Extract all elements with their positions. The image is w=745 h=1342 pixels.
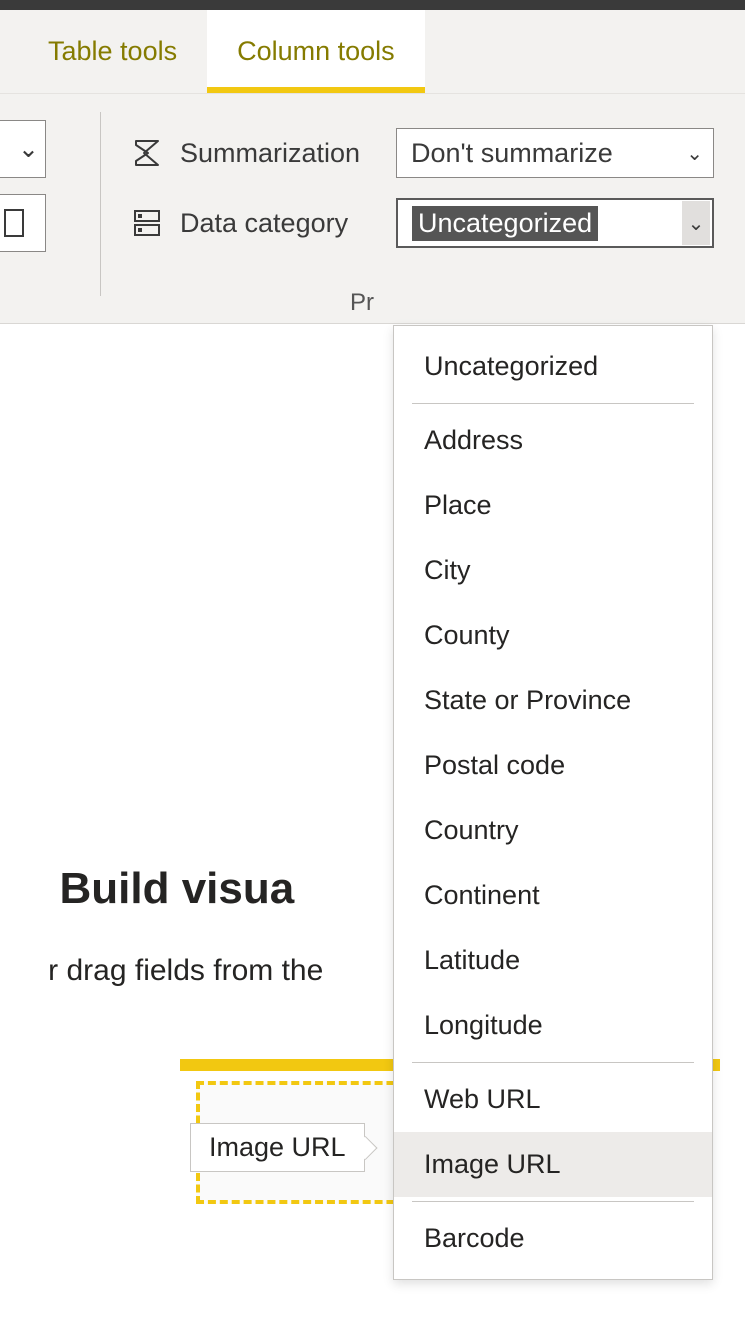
ribbon-dropdown-trunc-2[interactable]: [0, 194, 46, 252]
summarization-value: Don't summarize: [411, 138, 613, 169]
menu-item-longitude[interactable]: Longitude: [394, 993, 712, 1058]
tab-table-tools[interactable]: Table tools: [18, 10, 207, 93]
menu-item-postal-code[interactable]: Postal code: [394, 733, 712, 798]
menu-item-barcode[interactable]: Barcode: [394, 1206, 712, 1271]
ribbon-tabs: Table tools Column tools: [0, 10, 745, 94]
menu-item-city[interactable]: City: [394, 538, 712, 603]
field-chip[interactable]: Image URL: [190, 1123, 365, 1172]
tab-column-tools[interactable]: Column tools: [207, 10, 425, 93]
ribbon-separator: [100, 112, 101, 296]
data-category-dropdown[interactable]: Uncategorized ⌄: [396, 198, 714, 248]
ribbon-dropdown-trunc-1[interactable]: ⌄: [0, 120, 46, 178]
menu-item-county[interactable]: County: [394, 603, 712, 668]
menu-item-address[interactable]: Address: [394, 408, 712, 473]
menu-item-uncategorized[interactable]: Uncategorized: [394, 334, 712, 399]
menu-item-latitude[interactable]: Latitude: [394, 928, 712, 993]
data-category-value: Uncategorized: [412, 206, 598, 241]
menu-separator: [412, 403, 694, 404]
column-icon: [3, 208, 25, 238]
chevron-down-icon: ⌄: [688, 211, 705, 236]
menu-item-state-or-province[interactable]: State or Province: [394, 668, 712, 733]
ribbon: ⌄ Summarization Don't summarize ⌄: [0, 94, 745, 324]
menu-item-continent[interactable]: Continent: [394, 863, 712, 928]
menu-item-web-url[interactable]: Web URL: [394, 1067, 712, 1132]
menu-item-country[interactable]: Country: [394, 798, 712, 863]
summarization-label: Summarization: [180, 138, 380, 169]
data-category-row: Data category Uncategorized ⌄: [130, 198, 714, 248]
summarization-row: Summarization Don't summarize ⌄: [130, 128, 714, 178]
title-bar: [0, 0, 745, 10]
chevron-down-icon: ⌄: [686, 141, 703, 166]
properties-group: Summarization Don't summarize ⌄ Data cat…: [130, 128, 714, 248]
ribbon-group-label: Pr: [350, 289, 374, 317]
category-icon: [130, 206, 164, 240]
app-window: Table tools Column tools ⌄ Summarization: [0, 0, 745, 1342]
sigma-icon: [130, 136, 164, 170]
ribbon-left-controls: ⌄: [0, 120, 46, 252]
menu-item-image-url[interactable]: Image URL: [394, 1132, 712, 1197]
chevron-down-icon: ⌄: [18, 134, 39, 164]
summarization-dropdown[interactable]: Don't summarize ⌄: [396, 128, 714, 178]
menu-item-place[interactable]: Place: [394, 473, 712, 538]
menu-separator: [412, 1062, 694, 1063]
data-category-menu: Uncategorized Address Place City County …: [393, 325, 713, 1280]
data-category-label: Data category: [180, 208, 380, 239]
menu-separator: [412, 1201, 694, 1202]
